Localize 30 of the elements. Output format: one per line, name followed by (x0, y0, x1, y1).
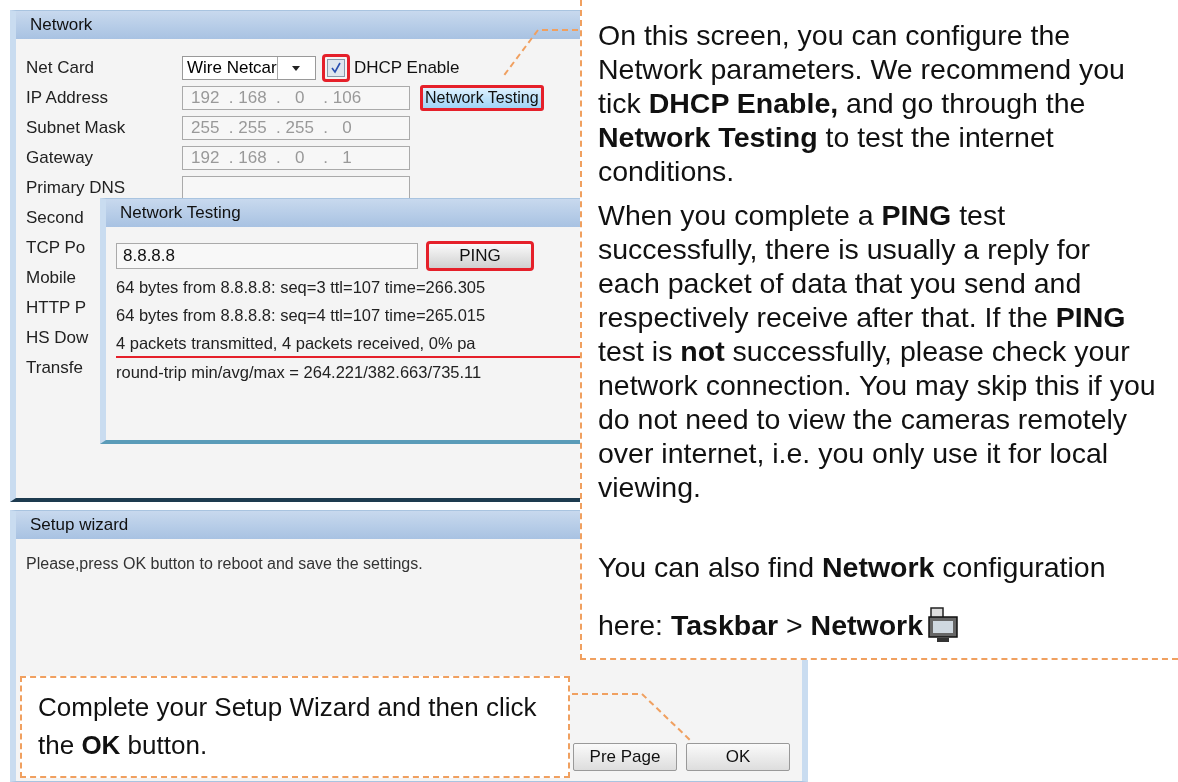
field-label: Subnet Mask (26, 118, 126, 137)
callout-text: When you complete a PING test successfully, there is usually a reply for each packet of data that you send and respectively receive after that. If the PING test is not successfully, please check your network connection. You may skip this if you do not need to view the cameras remotely over internet, i.e. you only use it for local viewing. (598, 198, 1157, 504)
callout-text: Complete your Setup Wizard and then click the OK button. (20, 676, 570, 778)
callout-text: here: Taskbar > Network (598, 608, 924, 643)
ping-output-line: 64 bytes from 8.8.8.8: seq=4 ttl=107 time=265.015 (116, 305, 487, 326)
callout-text: You can also find Network configuration (598, 550, 1107, 585)
ok-button[interactable]: OK (686, 743, 790, 771)
caret-icon (292, 65, 301, 71)
netcard-dropdown[interactable]: Wire Netcar (182, 56, 316, 80)
field-label: Gateway (26, 148, 94, 167)
field-label: HS Dow (26, 328, 89, 347)
field-label: Transfe (26, 358, 83, 377)
field-label: Second (26, 208, 84, 227)
address-field[interactable]: 8.8.8.8 (116, 243, 418, 269)
network-icon (925, 607, 960, 643)
field-label: IP Address (26, 88, 108, 107)
field-label: TCP Po (26, 238, 86, 257)
ping-output-line: round-trip min/avg/max = 264.221/382.663/735.11 (116, 362, 483, 383)
field-label: Net Card (26, 58, 95, 77)
pre-page-button[interactable]: Pre Page (573, 743, 677, 771)
setup-message: Please,press OK button to reboot and save the settings. (26, 555, 423, 573)
field-label: Primary DNS (26, 178, 126, 197)
callout-text: On this screen, you can configure the Network parameters. We recommend you tick DHCP Enable, and go through the Network Testing to test the internet conditions. (598, 18, 1126, 188)
ping-output-line: 64 bytes from 8.8.8.8: seq=3 ttl=107 time=266.305 (116, 277, 487, 298)
ip-field[interactable] (182, 176, 410, 200)
field-label: Mobile (26, 268, 77, 287)
dhcp-checkbox[interactable] (327, 59, 345, 77)
ping-button[interactable]: PING (426, 241, 534, 271)
field-label: HTTP P (26, 298, 87, 317)
checkbox-label: DHCP Enable (354, 58, 460, 78)
